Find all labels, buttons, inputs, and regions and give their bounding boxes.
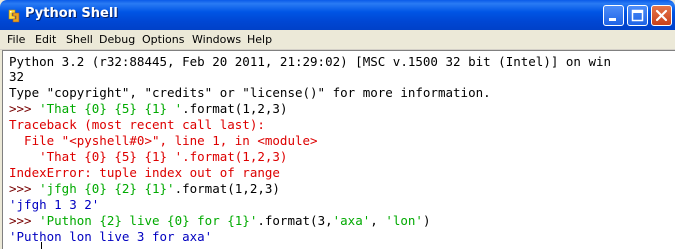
close-button[interactable] bbox=[651, 5, 672, 26]
code-text: .format(1,2,3) bbox=[174, 181, 280, 196]
menu-file[interactable]: File bbox=[7, 33, 25, 46]
window-title: Python Shell bbox=[25, 6, 118, 21]
string-literal: 'jfgh {0} {2} {1}' bbox=[39, 181, 175, 196]
string-literal: 'Puthon {2} live {0} for {1}' bbox=[39, 213, 258, 228]
code-text: .format(1,2,3) bbox=[182, 101, 288, 116]
code-text: .format(3, bbox=[257, 213, 333, 228]
minimize-icon bbox=[609, 18, 616, 21]
menu-debug[interactable]: Debug bbox=[99, 33, 135, 46]
menu-help[interactable]: Help bbox=[247, 33, 272, 46]
output-line: 'Puthon lon live 3 for axa' bbox=[9, 229, 213, 244]
string-literal: 'lon' bbox=[385, 213, 423, 228]
python-logo-icon bbox=[6, 8, 22, 23]
menu-windows[interactable]: Windows bbox=[192, 33, 241, 46]
code-text: ) bbox=[422, 213, 431, 228]
menu-bar: File Edit Shell Debug Options Windows He… bbox=[0, 30, 675, 50]
string-literal: 'axa' bbox=[332, 213, 371, 228]
minimize-button[interactable] bbox=[603, 5, 624, 26]
title-bar[interactable]: Python Shell bbox=[0, 0, 675, 30]
menu-options[interactable]: Options bbox=[142, 33, 184, 46]
banner-line: Python 3.2 (r32:88445, Feb 20 2011, 21:2… bbox=[9, 54, 612, 69]
traceback-line: File "<pyshell#0>", line 1, in <module> bbox=[9, 133, 318, 148]
input-line: >>> 'Puthon {2} live {0} for {1}'.format… bbox=[9, 213, 431, 229]
prompt: >>> bbox=[9, 101, 40, 116]
prompt: >>> bbox=[9, 213, 40, 228]
shell-text-area[interactable]: Python 3.2 (r32:88445, Feb 20 2011, 21:2… bbox=[2, 50, 675, 249]
string-literal: 'That {0} {5} {1} ' bbox=[39, 101, 183, 116]
code-text: , bbox=[370, 213, 386, 228]
text-cursor bbox=[41, 242, 42, 249]
maximize-button[interactable] bbox=[627, 5, 648, 26]
input-line: >>> 'That {0} {5} {1} '.format(1,2,3) bbox=[9, 101, 287, 117]
output-line: 'jfgh 1 3 2' bbox=[9, 197, 100, 212]
menu-shell[interactable]: Shell bbox=[66, 33, 93, 46]
menu-edit[interactable]: Edit bbox=[35, 33, 56, 46]
prompt: >>> bbox=[9, 181, 40, 196]
python-shell-window: Python Shell File Edit Shell Debug Optio… bbox=[0, 0, 675, 249]
close-icon bbox=[655, 9, 668, 22]
input-line: >>> 'jfgh {0} {2} {1}'.format(1,2,3) bbox=[9, 181, 280, 197]
banner-line: Type "copyright", "credits" or "license(… bbox=[9, 85, 491, 100]
banner-line: 32 bbox=[9, 69, 25, 84]
maximize-icon bbox=[631, 9, 644, 22]
traceback-line: 'That {0} {5} {1} '.format(1,2,3) bbox=[9, 149, 288, 164]
error-line: IndexError: tuple index out of range bbox=[9, 165, 280, 180]
traceback-line: Traceback (most recent call last): bbox=[9, 117, 265, 132]
